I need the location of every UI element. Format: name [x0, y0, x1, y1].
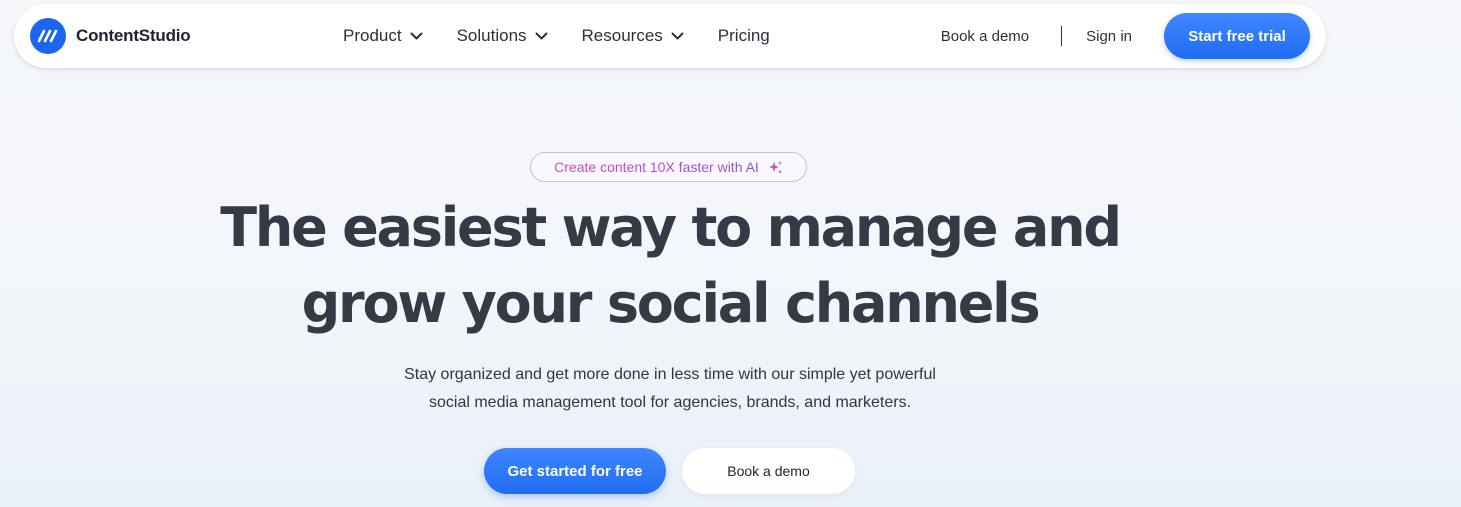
subtext-line-1: Stay organized and get more done in less…: [404, 366, 936, 383]
subtext-line-2: social media management tool for agencie…: [428, 394, 912, 411]
sign-in-link[interactable]: Sign in: [1086, 28, 1132, 45]
top-navbar: ContentStudio Product Solutions Resource…: [14, 4, 1326, 68]
sparkle-icon: [768, 160, 783, 175]
ai-badge[interactable]: Create content 10X faster with AI: [530, 152, 807, 182]
nav-item-product[interactable]: Product: [343, 26, 423, 46]
headline-line-2: grow your social channels: [301, 272, 1041, 335]
contentstudio-logo-icon: [30, 18, 66, 54]
brand-logo[interactable]: ContentStudio: [30, 18, 191, 54]
brand-name: ContentStudio: [76, 26, 191, 45]
hero-subtext: Stay organized and get more done in less…: [330, 361, 1010, 417]
nav-item-resources[interactable]: Resources: [582, 26, 684, 46]
book-demo-link[interactable]: Book a demo: [941, 28, 1029, 45]
headline-line-1: The easiest way to manage and: [220, 196, 1122, 259]
main-nav: Product Solutions Resources Pricing: [343, 4, 804, 68]
start-free-trial-button[interactable]: Start free trial: [1164, 13, 1310, 59]
nav-item-pricing[interactable]: Pricing: [718, 26, 770, 46]
chevron-down-icon: [535, 32, 548, 40]
nav-item-label: Solutions: [456, 26, 527, 45]
nav-divider: [1061, 26, 1063, 46]
chevron-down-icon: [671, 32, 684, 40]
ai-badge-label: Create content 10X faster with AI: [554, 159, 759, 175]
nav-item-label: Pricing: [717, 26, 770, 45]
chevron-down-icon: [410, 32, 423, 40]
nav-item-label: Product: [343, 26, 402, 45]
get-started-button[interactable]: Get started for free: [484, 448, 666, 494]
nav-item-label: Resources: [581, 26, 663, 45]
book-demo-button[interactable]: Book a demo: [682, 448, 855, 494]
hero-headline: The easiest way to manage and grow your …: [200, 190, 1140, 342]
nav-actions: Book a demo Sign in Start free trial: [941, 4, 1310, 68]
nav-item-solutions[interactable]: Solutions: [457, 26, 548, 46]
